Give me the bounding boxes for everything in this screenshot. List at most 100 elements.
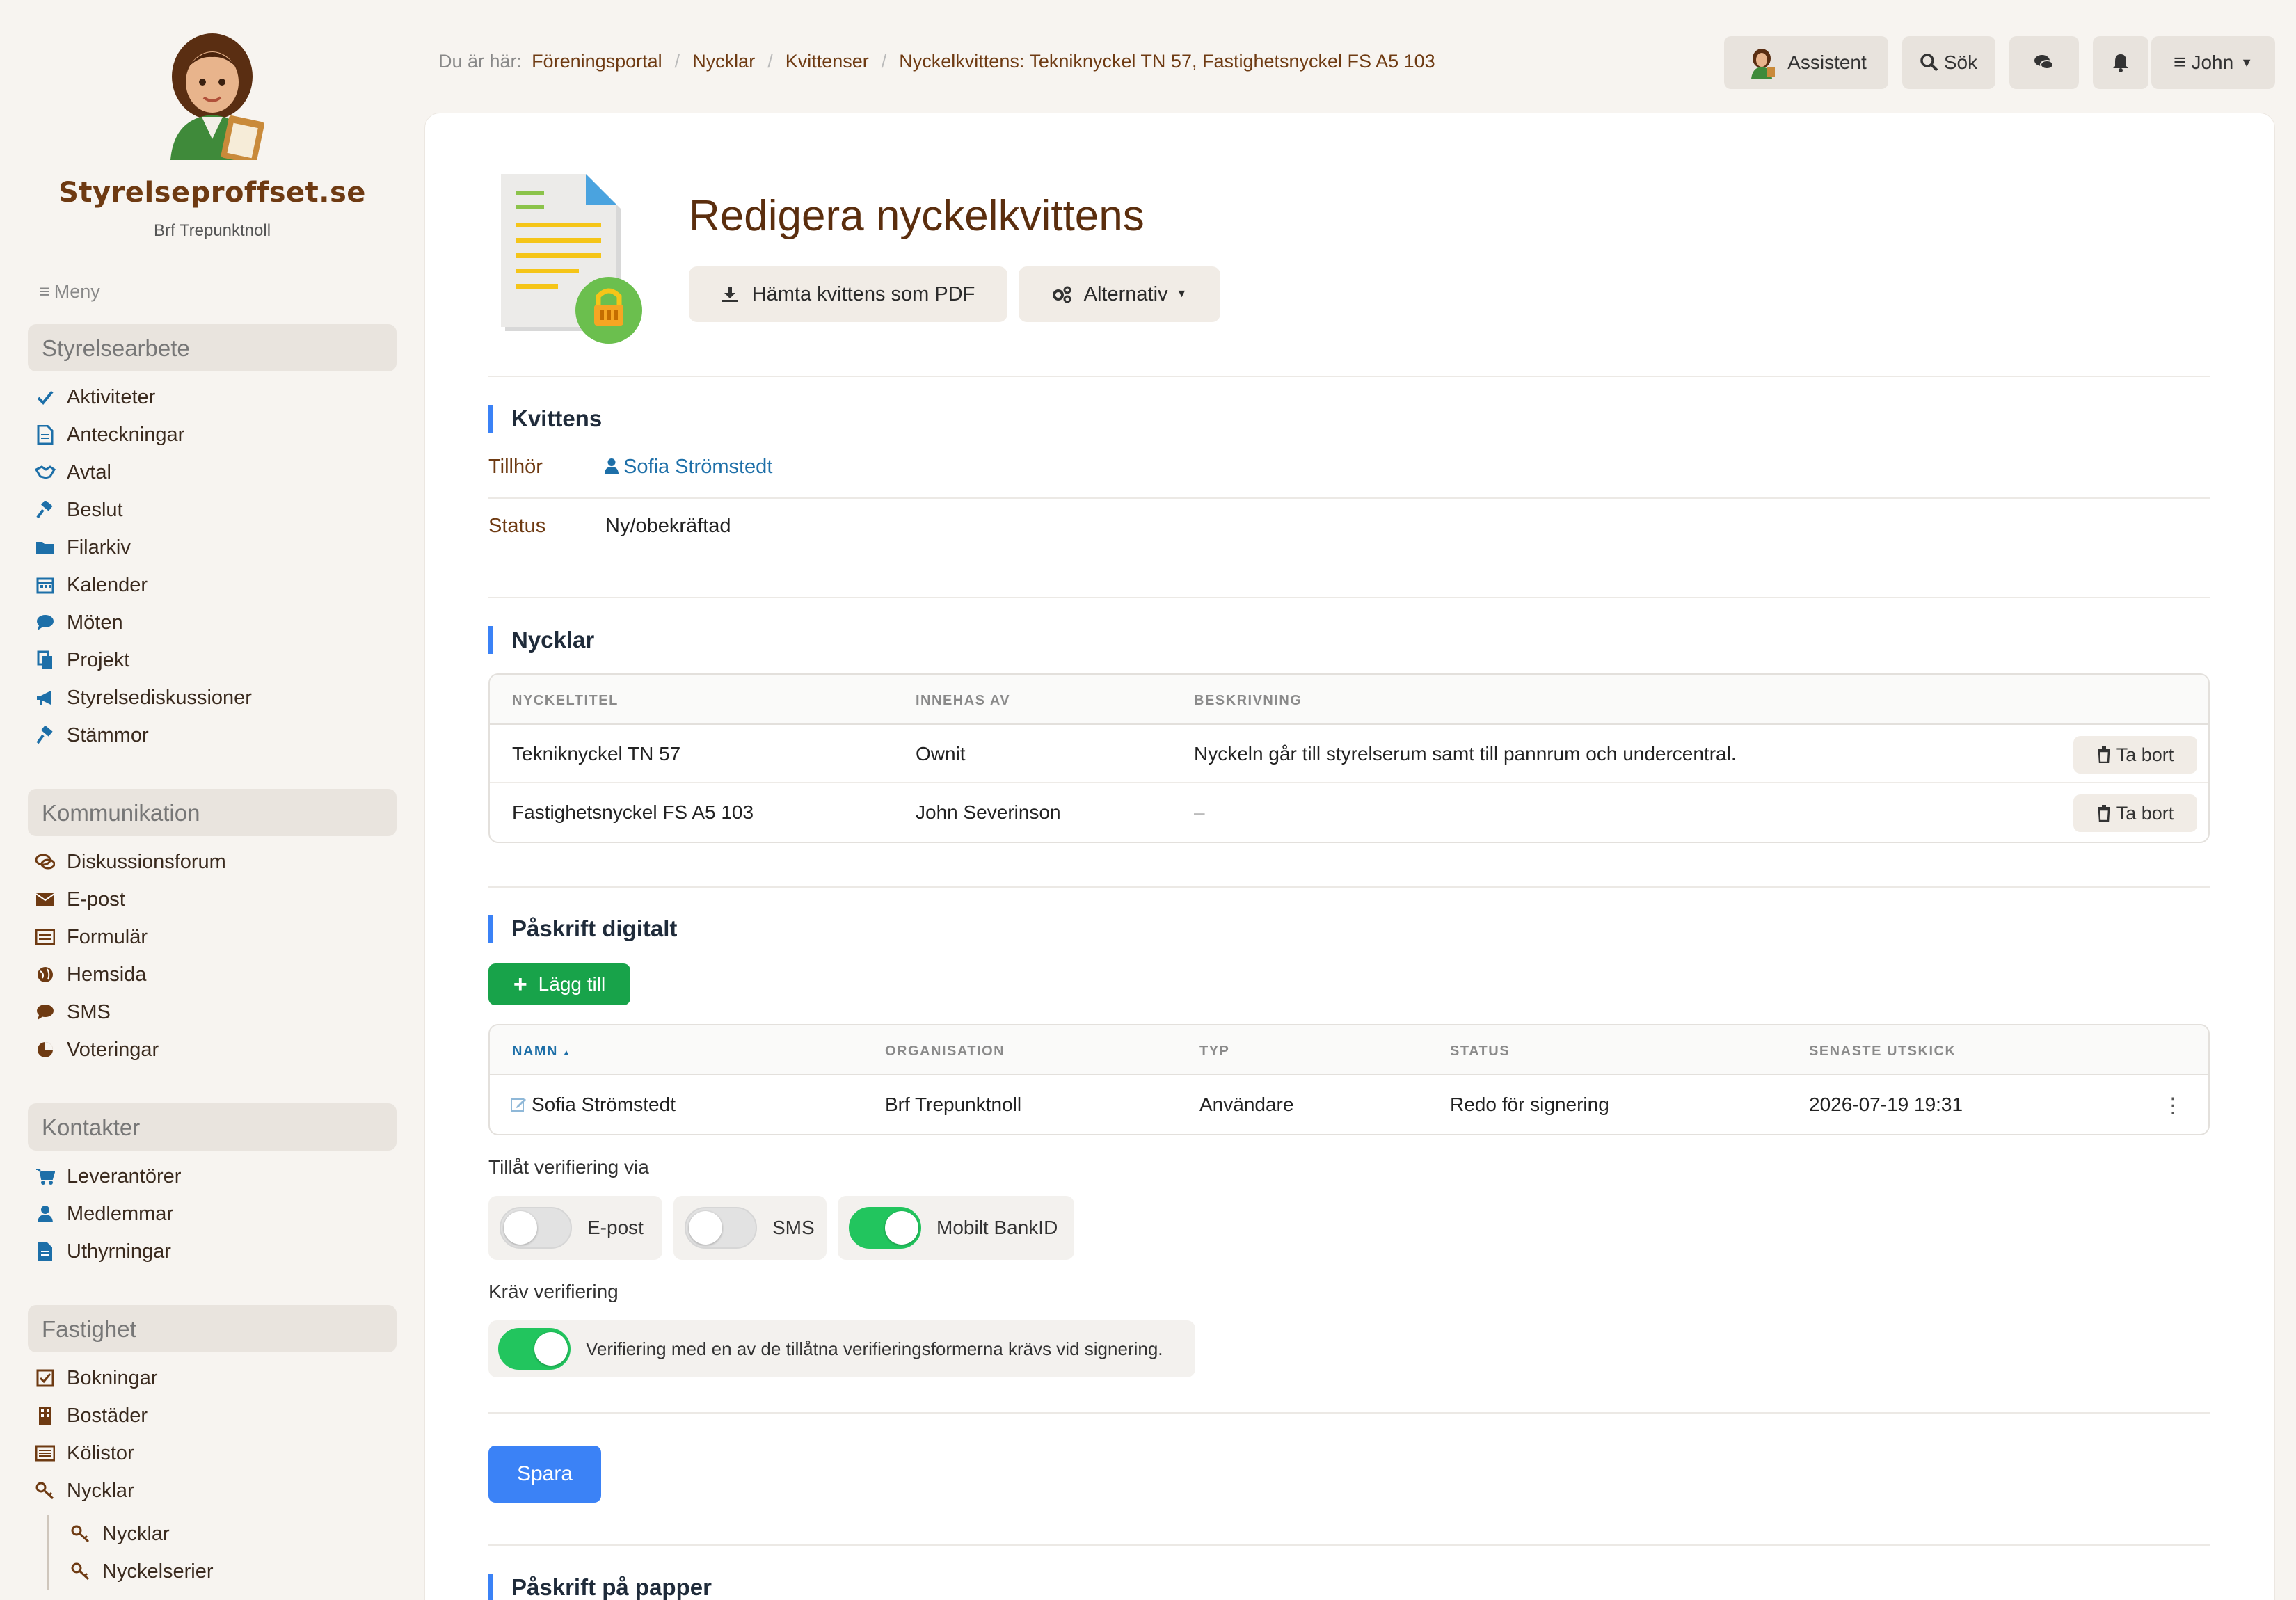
user-menu-button[interactable]: ≡ John ▼: [2151, 36, 2275, 89]
comments-icon: [2034, 55, 2054, 70]
sidebar-item-label: Aktiviteter: [67, 385, 156, 408]
sidebar-item-diskussionsforum[interactable]: Diskussionsforum: [35, 843, 226, 881]
sidebar-item-styrelsediskussioner[interactable]: Styrelsediskussioner: [35, 679, 252, 717]
trash-icon: [2097, 805, 2110, 822]
options-label: Alternativ: [1083, 282, 1168, 305]
sidebar-item-label: Bokningar: [67, 1366, 158, 1389]
owner-label: Tillhör: [488, 456, 543, 478]
sidebar-item-label: Beslut: [67, 498, 123, 521]
column-header-senaste-utskick[interactable]: SENASTE UTSKICK: [1809, 1043, 1956, 1059]
breadcrumb-link-nycklar[interactable]: Nycklar: [692, 51, 755, 72]
column-header-typ[interactable]: TYP: [1199, 1043, 1229, 1059]
toggle-sms-verification[interactable]: SMS: [673, 1196, 827, 1260]
divider: [488, 597, 2210, 598]
remove-key-label: Ta bort: [2116, 802, 2174, 824]
sidebar-item-leverantorer[interactable]: Leverantörer: [35, 1158, 181, 1195]
breadcrumb-link-kvittenser[interactable]: Kvittenser: [786, 51, 869, 72]
hamburger-icon: ≡: [39, 281, 50, 302]
menu-label: Meny: [54, 281, 100, 302]
gavel-icon: [35, 499, 56, 520]
divider: [488, 376, 2210, 377]
sidebar-section-kommunikation[interactable]: Kommunikation: [28, 789, 397, 836]
toggle-bankid-verification[interactable]: Mobilt BankID: [838, 1196, 1074, 1260]
toggle-require-verification[interactable]: Verifiering med en av de tillåtna verifi…: [488, 1320, 1195, 1377]
table-row: Tekniknyckel TN 57 Ownit Nyckeln går til…: [490, 725, 2208, 783]
sidebar-subitem-nyckelserier[interactable]: Nyckelserier: [70, 1553, 214, 1590]
row-actions-kebab-icon[interactable]: ⋮: [2162, 1094, 2183, 1118]
sms-switch[interactable]: [685, 1207, 757, 1249]
brand-subtitle: Brf Trepunktnoll: [153, 221, 271, 240]
sidebar-item-uthyrningar[interactable]: Uthyrningar: [35, 1233, 181, 1270]
sidebar-item-medlemmar[interactable]: Medlemmar: [35, 1195, 181, 1233]
sidebar-item-e-post[interactable]: E-post: [35, 881, 226, 918]
sidebar-item-label: Stämmor: [67, 723, 149, 746]
sidebar-section-fastighet[interactable]: Fastighet: [28, 1305, 397, 1352]
column-header-namn[interactable]: NAMN ▲: [512, 1043, 571, 1059]
toggle-email-verification[interactable]: E-post: [488, 1196, 662, 1260]
nav-list-kontakter: Leverantörer Medlemmar Uthyrningar: [35, 1158, 181, 1270]
sidebar-item-anteckningar[interactable]: Anteckningar: [35, 416, 252, 454]
switch-knob: [885, 1211, 918, 1245]
sidebar-section-kontakter[interactable]: Kontakter: [28, 1103, 397, 1151]
column-header-status[interactable]: STATUS: [1450, 1043, 1510, 1059]
key-holder: John Severinson: [916, 801, 1061, 823]
sidebar-item-moten[interactable]: Möten: [35, 604, 252, 641]
sort-asc-icon: ▲: [562, 1048, 572, 1057]
sidebar-item-kolistor[interactable]: Kölistor: [35, 1434, 158, 1472]
table-row: Sofia Strömstedt Brf Trepunktnoll Använd…: [490, 1075, 2208, 1134]
sidebar-item-label: Leverantörer: [67, 1165, 182, 1187]
column-header-organisation[interactable]: ORGANISATION: [885, 1043, 1005, 1059]
assistant-button[interactable]: Assistent: [1724, 36, 1888, 89]
sidebar-item-nycklar[interactable]: Nycklar: [35, 1472, 158, 1510]
messages-button[interactable]: [2009, 36, 2079, 89]
table-row: Fastighetsnyckel FS A5 103 John Severins…: [490, 783, 2208, 842]
brand[interactable]: Styrelseproffset.se Brf Trepunktnoll: [0, 28, 424, 241]
sidebar-item-bokningar[interactable]: Bokningar: [35, 1359, 158, 1397]
breadcrumb-link-foreningsportal[interactable]: Föreningsportal: [532, 51, 662, 72]
download-pdf-button[interactable]: Hämta kvittens som PDF: [689, 266, 1007, 322]
sidebar-item-voteringar[interactable]: Voteringar: [35, 1031, 226, 1069]
sidebar-item-avtal[interactable]: Avtal: [35, 454, 252, 491]
sidebar-item-stammor[interactable]: Stämmor: [35, 717, 252, 754]
user-name: John: [2191, 51, 2234, 73]
notifications-button[interactable]: [2093, 36, 2148, 89]
search-label: Sök: [1943, 51, 1978, 73]
sidebar-item-beslut[interactable]: Beslut: [35, 491, 252, 529]
sidebar-item-filarkiv[interactable]: Filarkiv: [35, 529, 252, 566]
sidebar-item-projekt[interactable]: Projekt: [35, 641, 252, 679]
signer-name-link[interactable]: Sofia Strömstedt: [511, 1094, 676, 1116]
sidebar-item-hemsida[interactable]: Hemsida: [35, 956, 226, 993]
key-icon: [70, 1561, 91, 1582]
sidebar-item-sms[interactable]: SMS: [35, 993, 226, 1031]
menu-toggle[interactable]: ≡ Meny: [39, 281, 100, 303]
remove-key-button[interactable]: Ta bort: [2073, 736, 2197, 774]
gavel-icon: [35, 725, 56, 746]
sidebar-subitem-nycklar[interactable]: Nycklar: [70, 1515, 214, 1553]
require-verification-switch[interactable]: [498, 1328, 571, 1370]
column-header-innehas-av: INNEHAS AV: [916, 693, 1011, 708]
sidebar-item-label: Kalender: [67, 573, 148, 596]
add-signer-button[interactable]: + Lägg till: [488, 963, 630, 1005]
form-icon: [35, 927, 56, 947]
section-title-paskrift-digitalt: Påskrift digitalt: [488, 915, 677, 943]
handshake-icon: [35, 462, 56, 483]
email-switch[interactable]: [500, 1207, 572, 1249]
sidebar-item-kalender[interactable]: Kalender: [35, 566, 252, 604]
options-dropdown-button[interactable]: Alternativ ▼: [1019, 266, 1220, 322]
sidebar-item-bostader[interactable]: Bostäder: [35, 1397, 158, 1434]
save-button[interactable]: Spara: [488, 1446, 601, 1503]
sidebar-item-aktiviteter[interactable]: Aktiviteter: [35, 378, 252, 416]
sidebar-item-label: Filarkiv: [67, 536, 131, 559]
brand-title: Styrelseproffset.se: [58, 177, 366, 209]
file-icon: [35, 1241, 56, 1262]
remove-key-button[interactable]: Ta bort: [2073, 794, 2197, 832]
sidebar-section-styrelsearbete[interactable]: Styrelsearbete: [28, 324, 397, 371]
assistant-label: Assistent: [1787, 51, 1867, 73]
search-button[interactable]: Sök: [1902, 36, 1995, 89]
divider: [488, 497, 2210, 499]
divider: [488, 886, 2210, 888]
bankid-switch[interactable]: [849, 1207, 921, 1249]
owner-link[interactable]: Sofia Strömstedt: [604, 456, 772, 479]
cart-icon: [35, 1166, 56, 1187]
sidebar-item-formular[interactable]: Formulär: [35, 918, 226, 956]
